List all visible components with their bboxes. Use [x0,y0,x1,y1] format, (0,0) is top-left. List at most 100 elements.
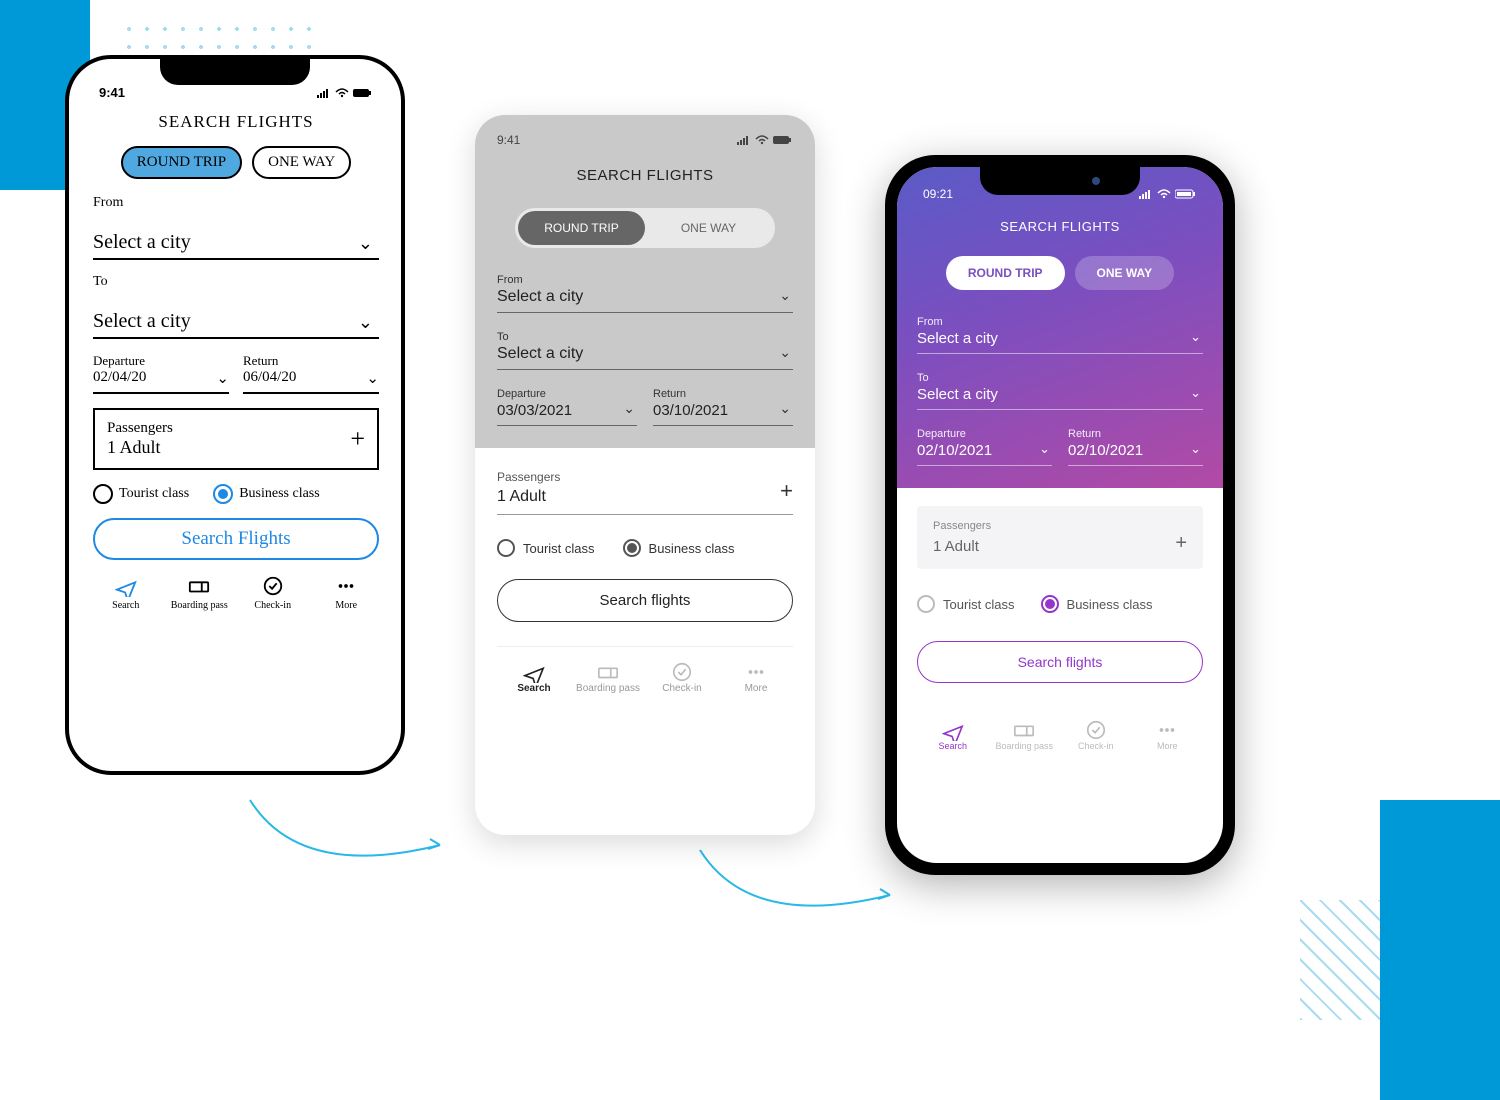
business-class-radio[interactable]: Business class [623,539,735,557]
nav-more-label: More [310,600,384,611]
passengers-field[interactable]: Passengers 1 Adult + [497,470,793,515]
signal-icon [1139,189,1153,199]
departure-field[interactable]: Departure 02/10/2021⌄ [917,428,1052,466]
departure-field[interactable]: Departure 03/03/2021⌄ [497,388,637,426]
plus-icon[interactable]: + [780,478,793,506]
bottom-nav: Search Boarding pass Check-in More [497,646,793,710]
departure-value: 03/03/2021 [497,402,572,419]
check-circle-icon [1060,719,1132,741]
nav-boarding[interactable]: Boarding pass [571,661,645,694]
nav-checkin[interactable]: Check-in [645,661,719,694]
tourist-class-label: Tourist class [523,541,595,556]
nav-search[interactable]: Search [497,661,571,694]
status-time: 09:21 [923,187,953,201]
to-field[interactable]: To Select a city ⌄ [93,274,379,339]
business-class-radio[interactable]: Business class [1041,595,1153,613]
nav-boarding[interactable]: Boarding pass [989,719,1061,751]
to-label: To [917,372,998,384]
nav-checkin-label: Check-in [1060,741,1132,751]
tourist-class-radio[interactable]: Tourist class [497,539,595,557]
passengers-field[interactable]: Passengers 1 Adult + [917,506,1203,569]
round-trip-pill[interactable]: ROUND TRIP [121,146,242,179]
wireframe-mockup: 9:41 SEARCH FLIGHTS ROUND TRIP ONE WAY F… [475,115,815,835]
nav-more[interactable]: More [310,574,384,611]
return-field[interactable]: Return 06/04/20⌄ [243,353,379,394]
device-notch [160,59,310,85]
ticket-icon [571,661,645,683]
nav-checkin[interactable]: Check-in [1060,719,1132,751]
nav-more-label: More [719,683,793,694]
nav-checkin-label: Check-in [236,600,310,611]
chevron-down-icon: ⌄ [358,312,379,333]
nav-search[interactable]: Search [917,719,989,751]
status-indicators [317,85,373,100]
one-way-pill[interactable]: ONE WAY [1075,256,1175,290]
return-value: 06/04/20 [243,369,296,388]
nav-checkin[interactable]: Check-in [236,574,310,611]
wifi-icon [755,135,769,145]
radio-unchecked-icon [917,595,935,613]
search-flights-button[interactable]: Search flights [917,641,1203,683]
page-title: SEARCH FLIGHTS [497,167,793,184]
from-value: Select a city [497,288,583,306]
nav-search[interactable]: Search [89,574,163,611]
chevron-down-icon: ⌄ [358,233,379,254]
to-value: Select a city [497,345,583,363]
business-class-radio[interactable]: Business class [213,484,320,504]
radio-unchecked-icon [497,539,515,557]
nav-search-label: Search [917,741,989,751]
nav-search-label: Search [89,600,163,611]
return-label: Return [1068,428,1203,440]
from-value: Select a city [93,231,191,253]
return-value: 03/10/2021 [653,402,728,419]
round-trip-pill[interactable]: ROUND TRIP [946,256,1065,290]
chevron-down-icon: ⌄ [216,369,229,388]
return-label: Return [653,388,793,400]
one-way-pill[interactable]: ONE WAY [252,146,351,179]
ticket-icon [989,719,1061,741]
to-field[interactable]: To Select a city ⌄ [497,331,793,370]
more-icon [310,574,384,598]
departure-field[interactable]: Departure 02/04/20⌄ [93,353,229,394]
search-flights-button[interactable]: Search Flights [93,518,379,560]
to-field[interactable]: To Select a city ⌄ [917,372,1203,410]
departure-value: 02/04/20 [93,369,146,388]
departure-label: Departure [917,428,1052,440]
return-field[interactable]: Return 03/10/2021⌄ [653,388,793,426]
chevron-down-icon: ⌄ [1188,329,1203,347]
from-field[interactable]: From Select a city ⌄ [917,316,1203,354]
from-field[interactable]: From Select a city ⌄ [497,274,793,313]
chevron-down-icon: ⌄ [777,344,793,363]
one-way-pill[interactable]: ONE WAY [645,211,772,245]
business-class-label: Business class [1067,597,1153,612]
plane-icon [917,719,989,741]
from-field[interactable]: From Select a city ⌄ [93,195,379,260]
trip-type-toggle: ROUND TRIP ONE WAY [917,256,1203,290]
tourist-class-radio[interactable]: Tourist class [917,595,1015,613]
page-title: SEARCH FLIGHTS [917,219,1203,234]
nav-boarding-label: Boarding pass [989,741,1061,751]
check-circle-icon [236,574,310,598]
passengers-field[interactable]: Passengers 1 Adult + [93,408,379,470]
nav-more[interactable]: More [1132,719,1204,751]
nav-more[interactable]: More [719,661,793,694]
departure-label: Departure [497,388,637,400]
to-label: To [497,331,583,343]
trip-type-toggle: ROUND TRIP ONE WAY [515,208,775,248]
from-label: From [917,316,998,328]
passengers-label: Passengers [107,420,173,437]
return-label: Return [243,353,379,369]
plane-icon [497,661,571,683]
tourist-class-radio[interactable]: Tourist class [93,484,189,504]
chevron-down-icon: ⌄ [1188,441,1203,459]
plus-icon[interactable]: + [1175,532,1187,555]
plus-icon[interactable]: + [350,424,365,454]
radio-unchecked-icon [93,484,113,504]
nav-search-label: Search [497,683,571,694]
nav-boarding[interactable]: Boarding pass [163,574,237,611]
from-value: Select a city [917,330,998,347]
search-flights-button[interactable]: Search flights [497,579,793,622]
round-trip-pill[interactable]: ROUND TRIP [518,211,645,245]
status-time: 9:41 [497,133,520,147]
return-field[interactable]: Return 02/10/2021⌄ [1068,428,1203,466]
